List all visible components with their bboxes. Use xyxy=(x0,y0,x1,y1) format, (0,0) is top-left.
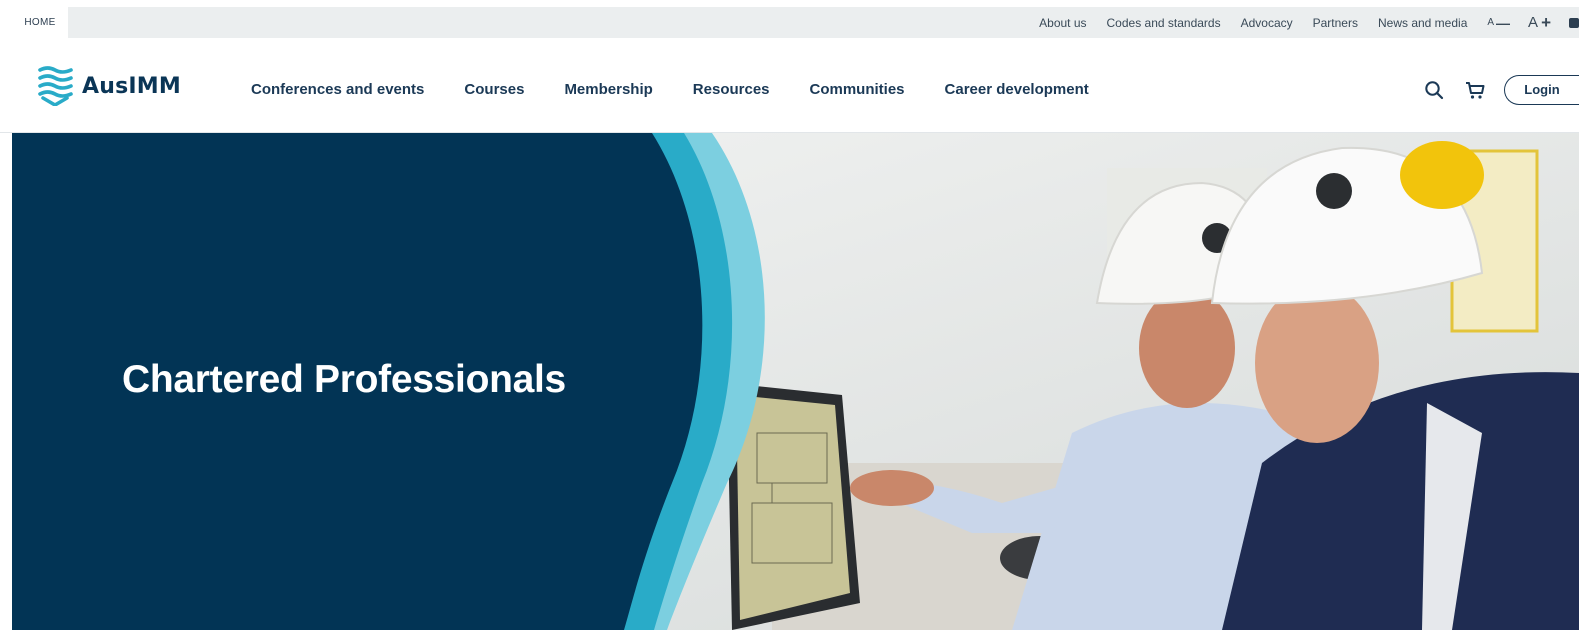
font-increase-symbol: + xyxy=(1541,12,1551,32)
font-decrease-letter: A xyxy=(1487,17,1495,28)
font-decrease-symbol: — xyxy=(1496,14,1511,31)
utility-link-news-media[interactable]: News and media xyxy=(1378,16,1467,30)
nav-courses[interactable]: Courses xyxy=(464,81,524,98)
cart-icon xyxy=(1466,81,1485,99)
logo[interactable]: AusIMM xyxy=(37,66,181,106)
header-actions: Login xyxy=(1422,46,1579,133)
login-button[interactable]: Login xyxy=(1504,74,1579,105)
nav-career-development[interactable]: Career development xyxy=(945,81,1089,98)
logo-text: AusIMM xyxy=(82,73,181,99)
truncated-icon[interactable] xyxy=(1569,17,1579,28)
utility-bar: HOME About us Codes and standards Advoca… xyxy=(0,0,1579,46)
utility-link-about-us[interactable]: About us xyxy=(1039,16,1086,30)
utility-link-partners[interactable]: Partners xyxy=(1313,16,1358,30)
nav-resources[interactable]: Resources xyxy=(693,81,770,98)
hero-title: Chartered Professionals xyxy=(122,358,566,401)
nav-conferences-events[interactable]: Conferences and events xyxy=(251,81,424,98)
search-button[interactable] xyxy=(1422,78,1446,102)
logo-mark-icon xyxy=(38,66,73,106)
search-icon xyxy=(1425,80,1444,99)
font-decrease-button[interactable]: A — xyxy=(1487,15,1510,31)
main-nav: Conferences and events Courses Membershi… xyxy=(251,46,1129,133)
font-increase-letter: A xyxy=(1528,14,1539,31)
utility-link-codes-standards[interactable]: Codes and standards xyxy=(1107,16,1221,30)
main-header: AusIMM Conferences and events Courses Me… xyxy=(0,46,1579,133)
nav-communities[interactable]: Communities xyxy=(810,81,905,98)
utility-link-advocacy[interactable]: Advocacy xyxy=(1241,16,1293,30)
home-breadcrumb[interactable]: HOME xyxy=(12,7,68,38)
cart-button[interactable] xyxy=(1463,78,1487,102)
font-increase-button[interactable]: A + xyxy=(1528,13,1551,33)
nav-membership[interactable]: Membership xyxy=(564,81,652,98)
hero-banner: Chartered Professionals xyxy=(12,133,1579,630)
utility-links: About us Codes and standards Advocacy Pa… xyxy=(1039,7,1579,38)
